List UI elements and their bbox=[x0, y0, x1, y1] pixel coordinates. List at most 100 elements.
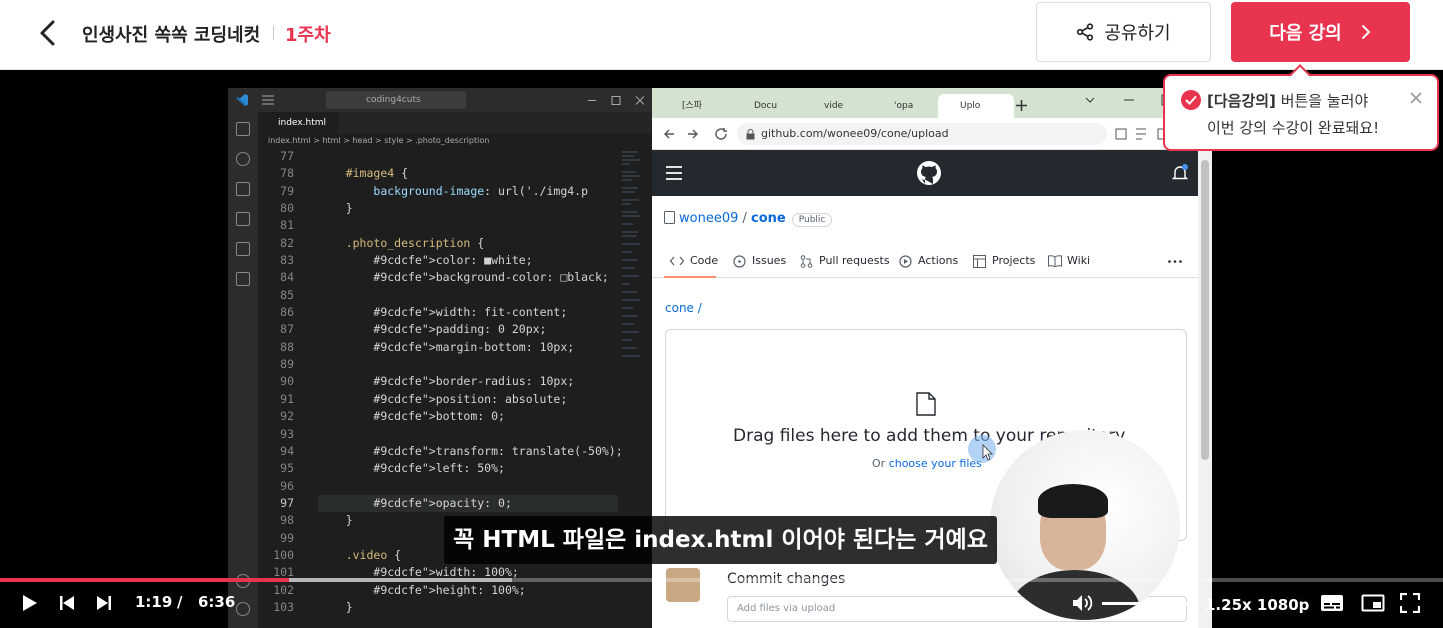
browser-tab-active[interactable]: Uplo bbox=[938, 94, 1014, 118]
share-label: 공유하기 bbox=[1104, 23, 1171, 44]
code-line[interactable] bbox=[318, 287, 618, 304]
vscode-search[interactable]: coding4cuts bbox=[326, 91, 466, 109]
code-line[interactable]: #9cdcfe">opacity: 0; bbox=[318, 494, 618, 513]
back-arrow-icon[interactable] bbox=[34, 18, 64, 48]
browser-tab[interactable]: [스파 bbox=[660, 94, 732, 118]
tooltip-highlight: [다음강의] bbox=[1207, 92, 1276, 110]
minimap bbox=[622, 151, 640, 357]
line-number: 92 bbox=[280, 409, 294, 424]
notification-bell-icon[interactable] bbox=[1172, 164, 1188, 182]
line-number: 78 bbox=[280, 166, 294, 181]
upload-path[interactable]: cone / bbox=[665, 301, 702, 315]
code-line[interactable] bbox=[318, 426, 618, 443]
more-options-icon[interactable] bbox=[1168, 260, 1182, 263]
line-number: 99 bbox=[280, 530, 294, 545]
line-number: 85 bbox=[280, 287, 294, 302]
nav-projects[interactable]: Projects bbox=[992, 254, 1035, 267]
video-progress-bar[interactable] bbox=[0, 578, 1443, 582]
volume-slider[interactable] bbox=[1102, 602, 1192, 605]
fullscreen-icon[interactable] bbox=[1400, 593, 1420, 613]
next-lecture-button[interactable]: 다음 강의 bbox=[1231, 2, 1410, 62]
code-line[interactable]: #9cdcfe">height: 100%; bbox=[318, 582, 618, 599]
code-line[interactable] bbox=[318, 356, 618, 373]
browser-tab[interactable]: Docu bbox=[732, 94, 802, 118]
code-line[interactable] bbox=[318, 478, 618, 495]
remote-icon[interactable] bbox=[236, 272, 250, 286]
repo-name-link[interactable]: cone bbox=[751, 211, 786, 226]
top-bar: 인생사진 쏙쏙 코딩네컷 1주차 공유하기 다음 강의 bbox=[0, 0, 1443, 70]
wiki-icon bbox=[1048, 255, 1062, 267]
close-icon[interactable] bbox=[1408, 90, 1424, 106]
line-numbers: 77 78 79 80 81 82 83 84 85 86 87 88 89 90 91 92 93 94 95 96… bbox=[258, 148, 308, 628]
volume-icon[interactable] bbox=[1072, 593, 1094, 613]
editor-tab[interactable]: index.html bbox=[258, 112, 338, 134]
code-line[interactable]: #9cdcfe">width: fit-content; bbox=[318, 304, 618, 321]
line-number: 102 bbox=[273, 582, 294, 597]
line-number: 96 bbox=[280, 478, 294, 493]
code-line[interactable]: #9cdcfe">color: ■white; bbox=[318, 252, 618, 269]
lock-icon bbox=[746, 129, 755, 140]
nav-code[interactable]: Code bbox=[690, 254, 718, 267]
code-line[interactable]: #image4 { bbox=[318, 165, 618, 182]
captions-icon[interactable] bbox=[1320, 594, 1344, 612]
settings-gear-icon[interactable] bbox=[236, 602, 250, 616]
nav-pull-requests[interactable]: Pull requests bbox=[819, 254, 890, 267]
url-field[interactable]: github.com/wonee09/cone/upload bbox=[737, 123, 1107, 145]
repo-title: wonee09 / cone Public bbox=[664, 211, 833, 227]
line-number: 80 bbox=[280, 201, 294, 216]
code-line[interactable]: background-image: url('./img4.p bbox=[318, 183, 618, 200]
active-tab-underline bbox=[664, 276, 716, 278]
speed-quality-label[interactable]: 1.25x 1080p bbox=[1205, 596, 1309, 614]
hamburger-menu-icon[interactable] bbox=[666, 166, 682, 180]
nav-actions[interactable]: Actions bbox=[918, 254, 958, 267]
browser-tabbar: [스파 Docu vide 'opa Uplo bbox=[652, 88, 1212, 118]
code-line[interactable]: #9cdcfe">position: absolute; bbox=[318, 391, 618, 408]
skip-previous-icon[interactable] bbox=[59, 595, 75, 611]
projects-icon bbox=[973, 255, 986, 268]
picture-in-picture-icon[interactable] bbox=[1361, 594, 1385, 612]
code-line[interactable] bbox=[318, 217, 618, 234]
browser-tab[interactable]: vide bbox=[802, 94, 872, 118]
code-line[interactable]: #9cdcfe">background-color: □black; bbox=[318, 269, 618, 286]
video-subtitle: 꼭 HTML 파일은 index.html 이어야 된다는 거예요 bbox=[444, 516, 997, 564]
video-player[interactable]: coding4cuts index.html index.html > html… bbox=[0, 70, 1443, 628]
extensions-icon[interactable] bbox=[236, 242, 250, 256]
code-line[interactable]: #9cdcfe">padding: 0 20px; bbox=[318, 321, 618, 338]
run-debug-icon[interactable] bbox=[236, 212, 250, 226]
instructor-webcam bbox=[990, 430, 1180, 620]
play-icon[interactable] bbox=[22, 594, 38, 612]
code-line[interactable]: #9cdcfe">transform: translate(-50%); bbox=[318, 443, 622, 460]
instructor-hair bbox=[1038, 484, 1108, 518]
code-line[interactable]: } bbox=[318, 200, 618, 217]
repo-owner-link[interactable]: wonee09 bbox=[679, 211, 738, 226]
new-tab-plus-icon[interactable] bbox=[1016, 100, 1027, 111]
time-separator: / bbox=[177, 593, 183, 611]
line-number: 97 bbox=[280, 495, 294, 510]
github-logo-icon[interactable] bbox=[916, 160, 942, 186]
skip-next-icon[interactable] bbox=[96, 595, 112, 611]
file-icon bbox=[916, 392, 936, 416]
nav-issues[interactable]: Issues bbox=[752, 254, 786, 267]
completion-tooltip: [다음강의] 버튼을 눌러야 이번 강의 수강이 완료돼요! bbox=[1163, 64, 1439, 151]
explorer-icon[interactable] bbox=[236, 122, 250, 136]
nav-arrows-icon[interactable] bbox=[664, 128, 730, 140]
browser-address-bar: github.com/wonee09/cone/upload bbox=[652, 118, 1212, 150]
issues-icon bbox=[733, 255, 746, 268]
code-line[interactable]: #9cdcfe">left: 50%; bbox=[318, 460, 618, 477]
search-icon[interactable] bbox=[236, 152, 250, 166]
source-control-icon[interactable] bbox=[236, 182, 250, 196]
browser-tab[interactable]: 'opa bbox=[872, 94, 938, 118]
code-line[interactable]: } bbox=[318, 599, 618, 616]
code-line[interactable] bbox=[318, 148, 618, 165]
code-line[interactable]: .photo_description { bbox=[318, 235, 618, 252]
mouse-cursor-icon bbox=[968, 435, 996, 463]
share-button[interactable]: 공유하기 bbox=[1036, 2, 1211, 62]
line-number: 103 bbox=[273, 599, 294, 614]
line-number: 81 bbox=[280, 218, 294, 233]
code-line[interactable]: #9cdcfe">margin-bottom: 10px; bbox=[318, 339, 618, 356]
nav-wiki[interactable]: Wiki bbox=[1067, 254, 1090, 267]
code-line[interactable]: #9cdcfe">border-radius: 10px; bbox=[318, 373, 618, 390]
code-line[interactable]: #9cdcfe">bottom: 0; bbox=[318, 408, 618, 425]
vscode-breadcrumb: index.html > html > head > style > .phot… bbox=[268, 136, 490, 145]
browser-scrollbar[interactable] bbox=[1198, 150, 1212, 628]
